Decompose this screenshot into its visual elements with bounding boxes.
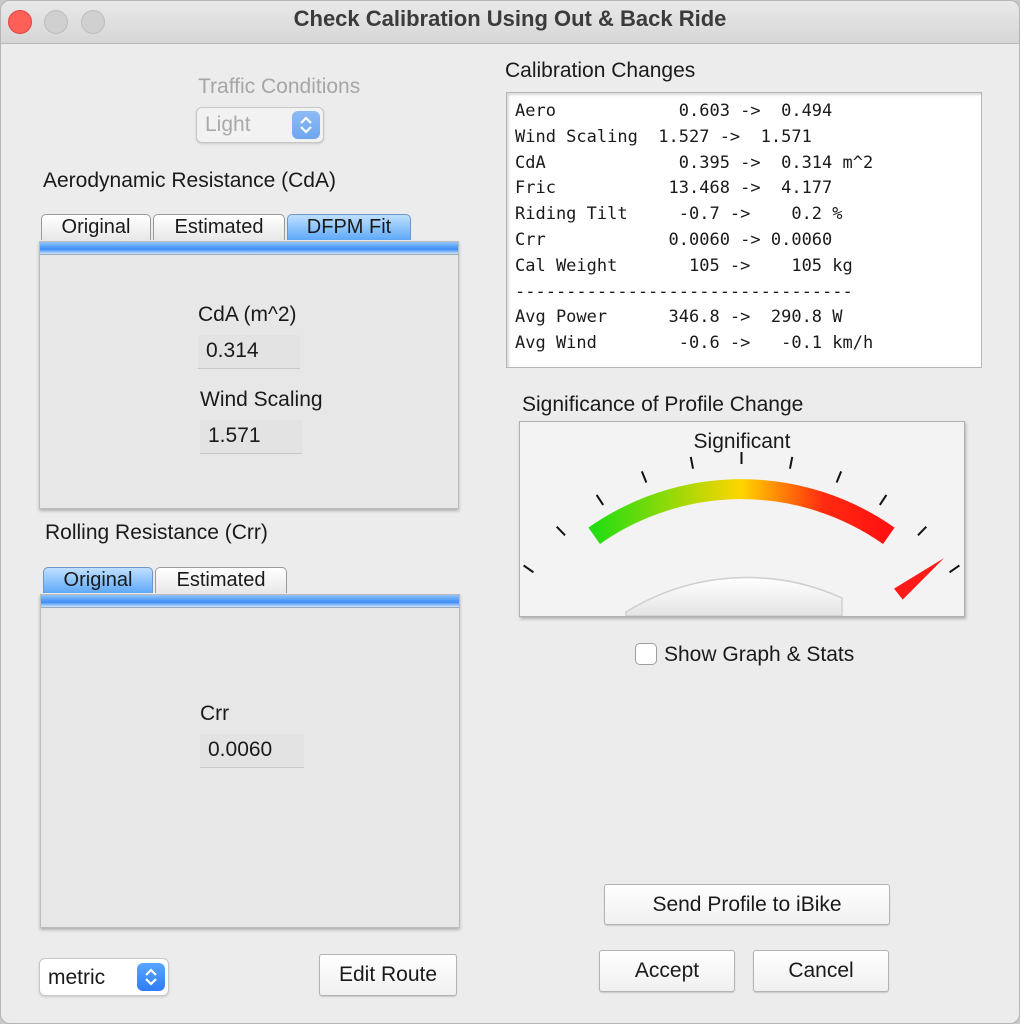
tab-rolling-estimated[interactable]: Estimated bbox=[155, 567, 287, 593]
calib-row: Avg Wind -0.6 -> -0.1 km/h bbox=[515, 333, 874, 354]
rolling-panel: Crr 0.0060 bbox=[40, 594, 460, 928]
gauge-needle bbox=[894, 558, 944, 600]
select-arrows-icon bbox=[292, 111, 320, 139]
calib-row: Fric 13.468 -> 4.177 bbox=[515, 178, 833, 199]
gauge-tick bbox=[556, 525, 566, 536]
accept-button[interactable]: Accept bbox=[599, 950, 735, 992]
wind-scaling-label: Wind Scaling bbox=[200, 388, 323, 411]
traffic-conditions-select[interactable]: Light bbox=[196, 107, 324, 143]
show-graph-label[interactable]: Show Graph & Stats bbox=[664, 643, 854, 667]
units-value: metric bbox=[48, 966, 106, 989]
calib-row: Cal Weight 105 -> 105 kg bbox=[515, 255, 853, 276]
tab-rolling-original[interactable]: Original bbox=[43, 567, 153, 593]
gauge-tick bbox=[640, 470, 648, 483]
edit-route-button[interactable]: Edit Route bbox=[319, 954, 457, 996]
calib-row: Wind Scaling 1.527 -> 1.571 bbox=[515, 126, 812, 147]
gauge-tick bbox=[835, 470, 843, 483]
window-title: Check Calibration Using Out & Back Ride bbox=[293, 6, 727, 31]
wind-scaling-field[interactable]: 1.571 bbox=[200, 420, 302, 454]
show-graph-checkbox[interactable] bbox=[635, 643, 657, 665]
title-bar: Check Calibration Using Out & Back Ride bbox=[1, 1, 1019, 44]
gauge-tick bbox=[689, 456, 695, 469]
gauge-graphic bbox=[523, 452, 960, 616]
aero-panel: CdA (m^2) 0.314 Wind Scaling 1.571 bbox=[39, 241, 459, 509]
select-arrows-icon bbox=[137, 963, 165, 991]
gauge-tick bbox=[878, 494, 888, 506]
calib-row: Riding Tilt -0.7 -> 0.2 % bbox=[515, 204, 843, 225]
send-profile-button[interactable]: Send Profile to iBike bbox=[604, 884, 890, 925]
cda-field[interactable]: 0.314 bbox=[198, 335, 300, 369]
cancel-button[interactable]: Cancel bbox=[753, 950, 889, 992]
traffic-conditions-label: Traffic Conditions bbox=[198, 75, 361, 98]
calibration-changes-text[interactable]: Aero 0.603 -> 0.494 Wind Scaling 1.527 -… bbox=[506, 92, 982, 368]
rolling-heading: Rolling Resistance (Crr) bbox=[45, 521, 268, 544]
crr-field[interactable]: 0.0060 bbox=[200, 734, 304, 768]
gauge-tick bbox=[595, 494, 605, 506]
gauge-tick bbox=[948, 564, 960, 574]
calib-row: Aero 0.603 -> 0.494 bbox=[515, 101, 833, 121]
calib-row: Crr 0.0060 -> 0.0060 bbox=[515, 229, 833, 250]
tab-aero-dfpm-fit[interactable]: DFPM Fit bbox=[287, 214, 411, 240]
cda-label: CdA (m^2) bbox=[198, 303, 297, 326]
aero-panel-tab-bar bbox=[40, 242, 458, 255]
gauge-tick bbox=[523, 564, 535, 574]
significance-heading: Significance of Profile Change bbox=[522, 393, 804, 416]
calib-divider: --------------------------------- bbox=[515, 281, 853, 302]
units-select[interactable]: metric bbox=[39, 958, 169, 996]
tab-aero-original[interactable]: Original bbox=[41, 214, 151, 240]
traffic-conditions-value: Light bbox=[205, 113, 251, 136]
gauge-tick bbox=[917, 525, 927, 536]
crr-label: Crr bbox=[200, 702, 230, 725]
rolling-panel-tab-bar bbox=[41, 595, 459, 608]
calibration-window: Check Calibration Using Out & Back Ride … bbox=[0, 0, 1020, 1024]
gauge-arc bbox=[588, 479, 895, 544]
tab-aero-estimated[interactable]: Estimated bbox=[153, 214, 285, 240]
significance-gauge: Significant bbox=[519, 421, 965, 617]
gauge-tick bbox=[788, 456, 794, 469]
calibration-heading: Calibration Changes bbox=[505, 59, 696, 82]
calib-row: CdA 0.395 -> 0.314 m^2 bbox=[515, 152, 874, 173]
aero-heading: Aerodynamic Resistance (CdA) bbox=[43, 169, 336, 192]
gauge-hub bbox=[625, 576, 843, 616]
calib-row: Avg Power 346.8 -> 290.8 W bbox=[515, 307, 843, 328]
